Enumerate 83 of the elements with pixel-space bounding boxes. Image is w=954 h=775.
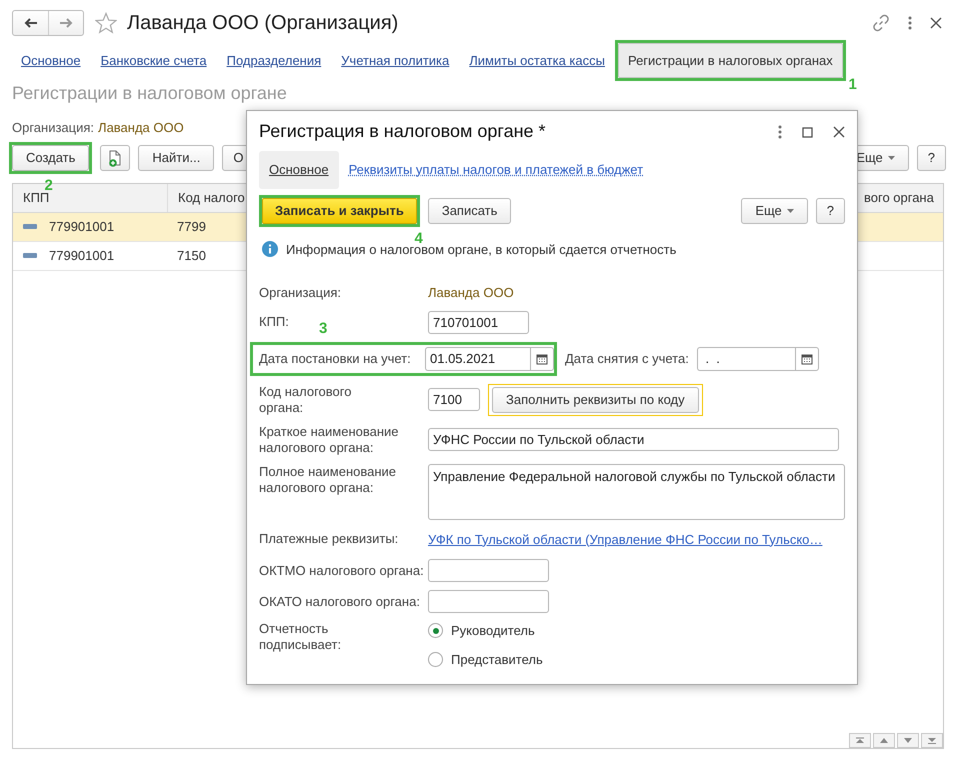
callout-number: 3 bbox=[319, 320, 328, 336]
row-marker-icon bbox=[23, 253, 37, 258]
toolbar-button[interactable]: Создать bbox=[12, 145, 90, 171]
more-icon[interactable] bbox=[908, 16, 912, 30]
scroll-top-icon bbox=[855, 736, 865, 744]
input-field[interactable] bbox=[428, 559, 549, 582]
field-label: ОКТМО налогового органа: bbox=[259, 562, 424, 578]
row-marker-icon bbox=[23, 224, 37, 229]
dialog-title: Регистрация в налоговом органе * bbox=[259, 121, 546, 143]
callout-number: 2 bbox=[44, 178, 53, 193]
close-icon[interactable] bbox=[930, 17, 942, 29]
tab[interactable]: Реквизиты уплаты налогов и платежей в бюджет bbox=[338, 160, 654, 180]
date-field[interactable]: . . bbox=[696, 346, 795, 370]
tab[interactable]: Учетная политика bbox=[331, 46, 460, 74]
tab[interactable]: Банковские счета bbox=[90, 46, 217, 74]
field-label: Дата постановки на учет: bbox=[259, 350, 411, 366]
tab[interactable]: Регистрации в налоговых органах bbox=[618, 42, 843, 78]
tab[interactable]: Лимиты остатка кассы bbox=[459, 46, 615, 74]
input-field[interactable] bbox=[428, 590, 549, 613]
input-field[interactable]: УФНС России по Тульской области bbox=[428, 428, 839, 451]
text-area[interactable]: Управление Федеральной налоговой службы по Тульской области bbox=[428, 464, 845, 520]
column-header: вого органа bbox=[864, 189, 934, 207]
calendar-button[interactable] bbox=[530, 346, 554, 370]
radio-button[interactable] bbox=[428, 652, 443, 667]
radio-label[interactable]: Представитель bbox=[451, 650, 543, 669]
radio-button[interactable] bbox=[428, 623, 443, 638]
pager-button[interactable] bbox=[921, 732, 943, 748]
help-button[interactable]: ? bbox=[816, 198, 845, 224]
field-label: Код налогового органа: bbox=[259, 384, 352, 416]
close-icon[interactable] bbox=[833, 126, 845, 138]
field-label: Полное наименование налогового органа: bbox=[259, 464, 396, 496]
field-value: Лаванда ООО bbox=[98, 119, 184, 137]
arrow-right-icon bbox=[59, 18, 73, 28]
section-title: Регистрации в налоговом органе bbox=[12, 82, 287, 105]
table-cell-text: 779901001 bbox=[49, 247, 114, 265]
field-label: КПП: bbox=[259, 314, 289, 330]
save-button[interactable]: Записать bbox=[428, 198, 512, 224]
field-label: Организация: bbox=[12, 119, 94, 137]
field-label: Организация: bbox=[259, 284, 342, 301]
column-header: КПП bbox=[23, 190, 50, 207]
table-cell-text: 779901001 bbox=[49, 218, 114, 236]
pager-button[interactable] bbox=[897, 732, 919, 748]
callout-number: 1 bbox=[848, 77, 857, 92]
window-title: Лаванда ООО (Организация) bbox=[127, 11, 398, 35]
input-field[interactable]: 710701001 bbox=[428, 310, 529, 334]
caret-icon bbox=[888, 156, 895, 160]
more-menu-button[interactable]: Еще bbox=[741, 198, 808, 224]
field-label: Платежные реквизиты: bbox=[259, 531, 398, 548]
tab[interactable]: Подразделения bbox=[216, 46, 332, 74]
help-button[interactable]: ? bbox=[916, 145, 946, 171]
toolbar-button[interactable]: Найти... bbox=[138, 145, 214, 171]
link-icon[interactable] bbox=[872, 14, 890, 32]
save-and-close-button[interactable]: Записать и закрыть bbox=[262, 198, 417, 224]
add-button[interactable] bbox=[100, 145, 130, 171]
field-label: Краткое наименование налогового органа: bbox=[259, 424, 399, 456]
tab[interactable]: Основное bbox=[11, 46, 91, 74]
calendar-button[interactable] bbox=[794, 346, 819, 370]
add-document-icon bbox=[107, 150, 124, 166]
maximize-icon[interactable] bbox=[802, 126, 813, 138]
pager-button[interactable] bbox=[849, 732, 871, 748]
pager-button[interactable] bbox=[873, 732, 895, 748]
fill-by-code-button[interactable]: Заполнить реквизиты по коду bbox=[492, 386, 699, 412]
calendar-icon bbox=[536, 352, 548, 364]
field-value: Лаванда ООО bbox=[428, 284, 515, 302]
scroll-down-icon bbox=[903, 736, 913, 744]
arrow-left-icon bbox=[24, 18, 38, 28]
more-icon[interactable] bbox=[778, 125, 782, 139]
tab[interactable]: Основное bbox=[259, 151, 339, 188]
field-label: Отчетность подписывает: bbox=[259, 621, 342, 653]
radio-label[interactable]: Руководитель bbox=[451, 621, 535, 640]
input-field[interactable]: 7100 bbox=[428, 388, 480, 411]
info-icon bbox=[262, 241, 278, 258]
table-cell-text: 7799 bbox=[177, 218, 206, 236]
table-cell-text: 7150 bbox=[177, 247, 206, 265]
field-label: ОКАТО налогового органа: bbox=[259, 594, 420, 610]
date-field[interactable]: 01.05.2021 bbox=[425, 346, 530, 370]
field-label: Дата снятия с учета: bbox=[565, 350, 689, 366]
payment-details-link[interactable]: УФК по Тульской области (Управление ФНС России по Тульско… bbox=[428, 530, 845, 549]
star-icon[interactable] bbox=[95, 12, 117, 34]
calendar-icon bbox=[800, 352, 813, 364]
column-header: Код налого bbox=[178, 189, 245, 207]
scroll-bottom-icon bbox=[927, 736, 937, 744]
scroll-up-icon bbox=[879, 736, 889, 744]
